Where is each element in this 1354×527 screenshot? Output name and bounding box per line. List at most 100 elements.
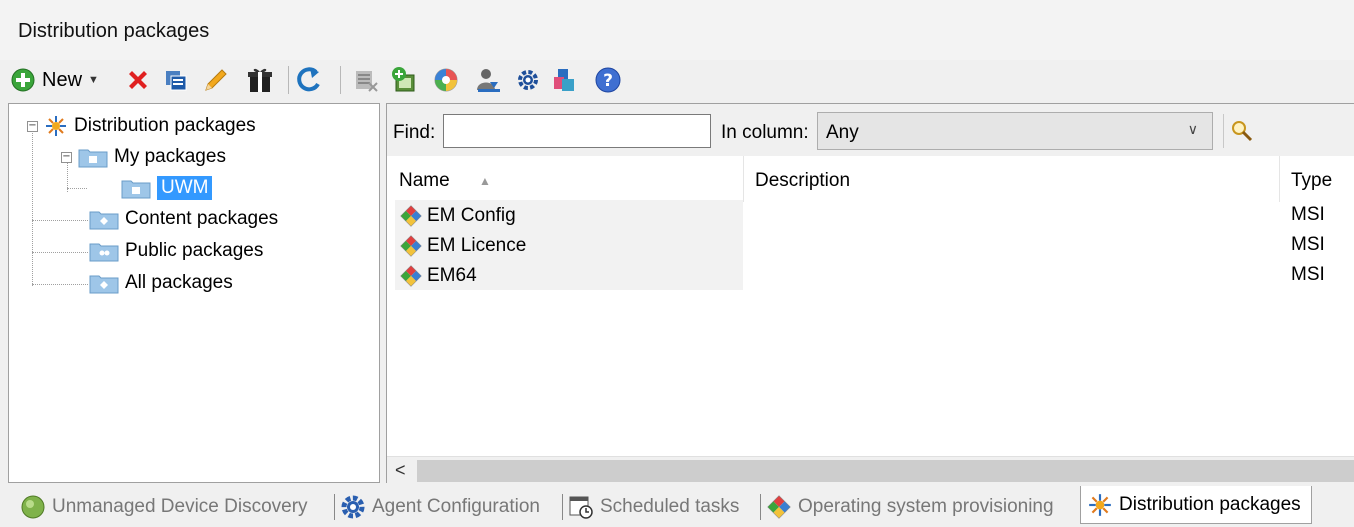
in-column-label: In column: — [721, 122, 809, 143]
tree-item-all-packages[interactable]: All packages — [89, 272, 233, 294]
add-icon — [11, 68, 35, 92]
svg-text:?: ? — [603, 71, 613, 91]
page-title: Distribution packages — [18, 20, 210, 42]
remove-list-icon — [356, 71, 378, 92]
search-icon — [1231, 121, 1252, 142]
add-package-icon — [392, 67, 415, 92]
search-button[interactable] — [1223, 114, 1259, 148]
row-type: MSI — [1291, 234, 1325, 255]
os-provisioning-icon — [767, 495, 791, 519]
settings-button[interactable] — [514, 64, 542, 96]
copy-button[interactable] — [160, 64, 192, 96]
tree-label: Public packages — [125, 240, 264, 261]
distribution-icon — [1089, 493, 1111, 516]
scroll-left-icon[interactable]: < — [395, 460, 406, 481]
help-icon: ? — [595, 67, 621, 93]
edit-button[interactable] — [200, 64, 232, 96]
copy-icon — [166, 71, 187, 91]
tab-label: Operating system provisioning — [798, 496, 1054, 517]
msi-package-icon — [400, 235, 422, 257]
edit-icon — [205, 69, 227, 91]
folder-icon — [89, 211, 119, 230]
distribution-icon — [46, 116, 66, 136]
column-header-type[interactable]: Type — [1291, 170, 1332, 192]
tab-scheduled-tasks[interactable]: Scheduled tasks — [568, 490, 739, 524]
sort-ascending-icon: ▲ — [479, 174, 491, 188]
gear-icon — [341, 495, 365, 519]
folder-icon — [78, 149, 108, 168]
remove-list-button[interactable] — [350, 64, 382, 96]
tree-item-my-packages[interactable]: − My packages — [61, 146, 226, 168]
row-name: EM64 — [427, 265, 477, 286]
tab-operating-system-provisioning[interactable]: Operating system provisioning — [766, 490, 1054, 524]
tab-label: Distribution packages — [1119, 493, 1301, 515]
table-row[interactable]: EM64 MSI — [395, 260, 1345, 290]
settings-icon — [518, 70, 538, 90]
msi-package-icon — [400, 205, 422, 227]
folder-icon — [121, 180, 151, 199]
tab-agent-configuration[interactable]: Agent Configuration — [340, 490, 540, 524]
folder-icon — [89, 243, 119, 262]
delete-icon — [129, 71, 147, 89]
tab-unmanaged-device-discovery[interactable]: Unmanaged Device Discovery — [20, 490, 308, 524]
chevron-down-icon[interactable]: ▼ — [88, 74, 99, 86]
tree-item-content-packages[interactable]: Content packages — [89, 208, 278, 230]
find-bar: Find: In column: Any ∨ — [387, 104, 1354, 156]
tree-label: All packages — [125, 272, 233, 293]
package-button[interactable] — [244, 64, 276, 96]
assign-user-button[interactable] — [472, 64, 504, 96]
toolbar: New ▼ ? — [0, 60, 1354, 100]
help-button[interactable]: ? — [592, 64, 624, 96]
new-button[interactable]: New ▼ — [10, 64, 120, 96]
delete-button[interactable] — [122, 64, 154, 96]
tree-item-uwm[interactable]: UWM — [121, 176, 213, 200]
collapse-icon[interactable]: − — [61, 151, 72, 163]
apps-button[interactable] — [548, 64, 580, 96]
package-tree[interactable]: − Distribution packages − My packages UW… — [8, 103, 380, 483]
table-row[interactable]: EM Licence MSI — [395, 230, 1345, 260]
user-assign-icon — [477, 69, 500, 92]
tree-item-distribution-packages[interactable]: − Distribution packages — [27, 114, 256, 138]
tab-label: Agent Configuration — [372, 496, 540, 517]
find-label: Find: — [393, 122, 436, 143]
tree-label: Distribution packages — [74, 115, 256, 136]
toolbar-separator — [288, 66, 289, 94]
globe-icon — [434, 68, 458, 92]
refresh-icon — [297, 67, 320, 92]
globe-button[interactable] — [430, 64, 462, 96]
row-name: EM Licence — [427, 235, 527, 256]
tree-label: My packages — [114, 146, 226, 167]
gift-package-icon — [248, 68, 272, 92]
add-package-button[interactable] — [388, 64, 420, 96]
in-column-value: Any — [826, 122, 859, 143]
in-column-select[interactable]: Any ∨ — [817, 112, 1213, 150]
apps-icon — [554, 69, 574, 91]
discovery-icon — [21, 495, 45, 519]
bottom-tab-bar: Unmanaged Device Discovery Agent Configu… — [0, 484, 1354, 527]
chevron-down-icon: ∨ — [1187, 121, 1198, 137]
row-type: MSI — [1291, 264, 1325, 285]
tree-label: Content packages — [125, 208, 279, 229]
row-type: MSI — [1291, 204, 1325, 225]
tree-item-public-packages[interactable]: Public packages — [89, 240, 263, 262]
new-button-label: New — [42, 68, 83, 91]
tab-distribution-packages[interactable]: Distribution packages — [1080, 486, 1312, 524]
folder-icon — [89, 275, 119, 294]
column-header-name[interactable]: Name — [399, 170, 450, 192]
column-header-description[interactable]: Description — [755, 170, 850, 192]
tab-label: Scheduled tasks — [600, 496, 740, 517]
tree-label-selected: UWM — [157, 176, 213, 200]
msi-package-icon — [400, 265, 422, 287]
table-header: Name ▲ Description Type — [387, 156, 1354, 202]
package-list-panel: Find: In column: Any ∨ Name ▲ Descriptio… — [386, 103, 1354, 484]
row-name: EM Config — [427, 205, 516, 226]
refresh-button[interactable] — [294, 64, 326, 96]
horizontal-scrollbar[interactable]: < — [387, 456, 1354, 484]
find-input[interactable] — [443, 114, 711, 148]
collapse-icon[interactable]: − — [27, 120, 38, 132]
calendar-clock-icon — [569, 496, 593, 519]
scrollbar-thumb[interactable] — [417, 460, 1354, 482]
table-row[interactable]: EM Config MSI — [395, 200, 1345, 230]
tab-label: Unmanaged Device Discovery — [52, 496, 308, 517]
toolbar-separator — [340, 66, 341, 94]
